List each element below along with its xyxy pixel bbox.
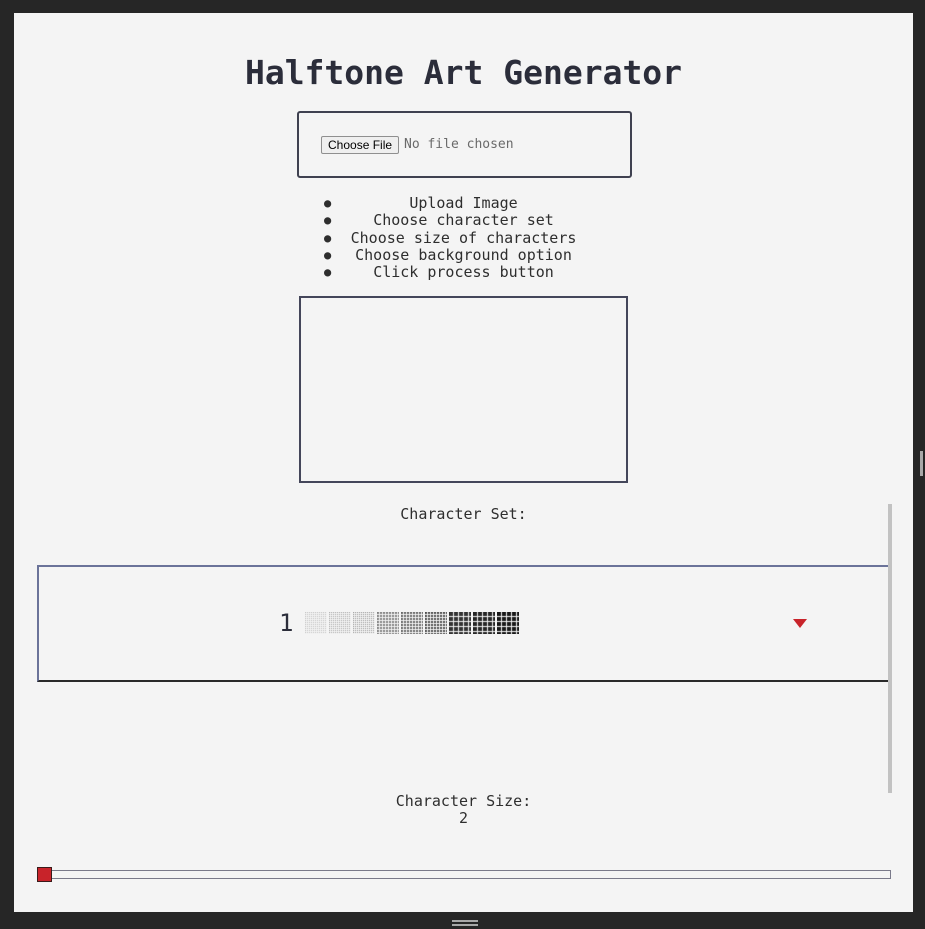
option-number: 1 xyxy=(279,609,294,637)
bullet-icon: ● xyxy=(324,213,332,228)
bullet-icon: ● xyxy=(324,247,332,262)
dropdown-arrow-icon[interactable] xyxy=(793,619,807,628)
halftone-swatch xyxy=(473,612,496,634)
character-set-select[interactable]: 1 xyxy=(37,565,892,682)
halftone-swatch xyxy=(353,612,376,634)
bullet-icon: ● xyxy=(324,196,332,210)
halftone-swatch xyxy=(401,612,424,634)
halftone-swatch xyxy=(425,612,448,634)
page: Halftone Art Generator Choose File No fi… xyxy=(14,13,913,912)
character-size-value: 2 xyxy=(458,809,469,827)
character-set-label: Character Set: xyxy=(400,505,527,523)
bullet-icon: ● xyxy=(324,230,332,245)
halftone-swatch xyxy=(329,612,352,634)
character-size-slider[interactable] xyxy=(38,870,891,879)
halftone-swatch xyxy=(305,612,328,634)
instruction-item: ● Choose background option xyxy=(324,245,572,264)
instructions-list: ● Upload Image ● Choose character set ● Cho… xyxy=(14,194,913,282)
halftone-swatch xyxy=(497,612,520,634)
slider-thumb[interactable] xyxy=(37,867,52,882)
resize-handle-bottom[interactable] xyxy=(452,920,478,926)
character-size-label: Character Size: 2 xyxy=(14,793,913,827)
image-preview-canvas xyxy=(299,296,628,483)
file-upload-container: Choose File No file chosen xyxy=(297,111,632,178)
instruction-item: ● Click process button xyxy=(324,263,554,282)
instruction-item: ● Choose character set xyxy=(324,211,554,230)
file-status-text: No file chosen xyxy=(404,137,514,152)
resize-handle-right[interactable] xyxy=(920,451,923,476)
halftone-swatch xyxy=(449,612,472,634)
halftone-swatch xyxy=(377,612,400,634)
instruction-item: ● Upload Image xyxy=(324,194,518,212)
selected-option: 1 xyxy=(279,609,520,637)
choose-file-button[interactable]: Choose File xyxy=(321,136,400,154)
bullet-icon: ● xyxy=(324,265,332,280)
page-title: Halftone Art Generator xyxy=(244,53,683,92)
instruction-item: ● Choose size of characters xyxy=(324,228,577,247)
scrollbar[interactable] xyxy=(888,504,892,793)
